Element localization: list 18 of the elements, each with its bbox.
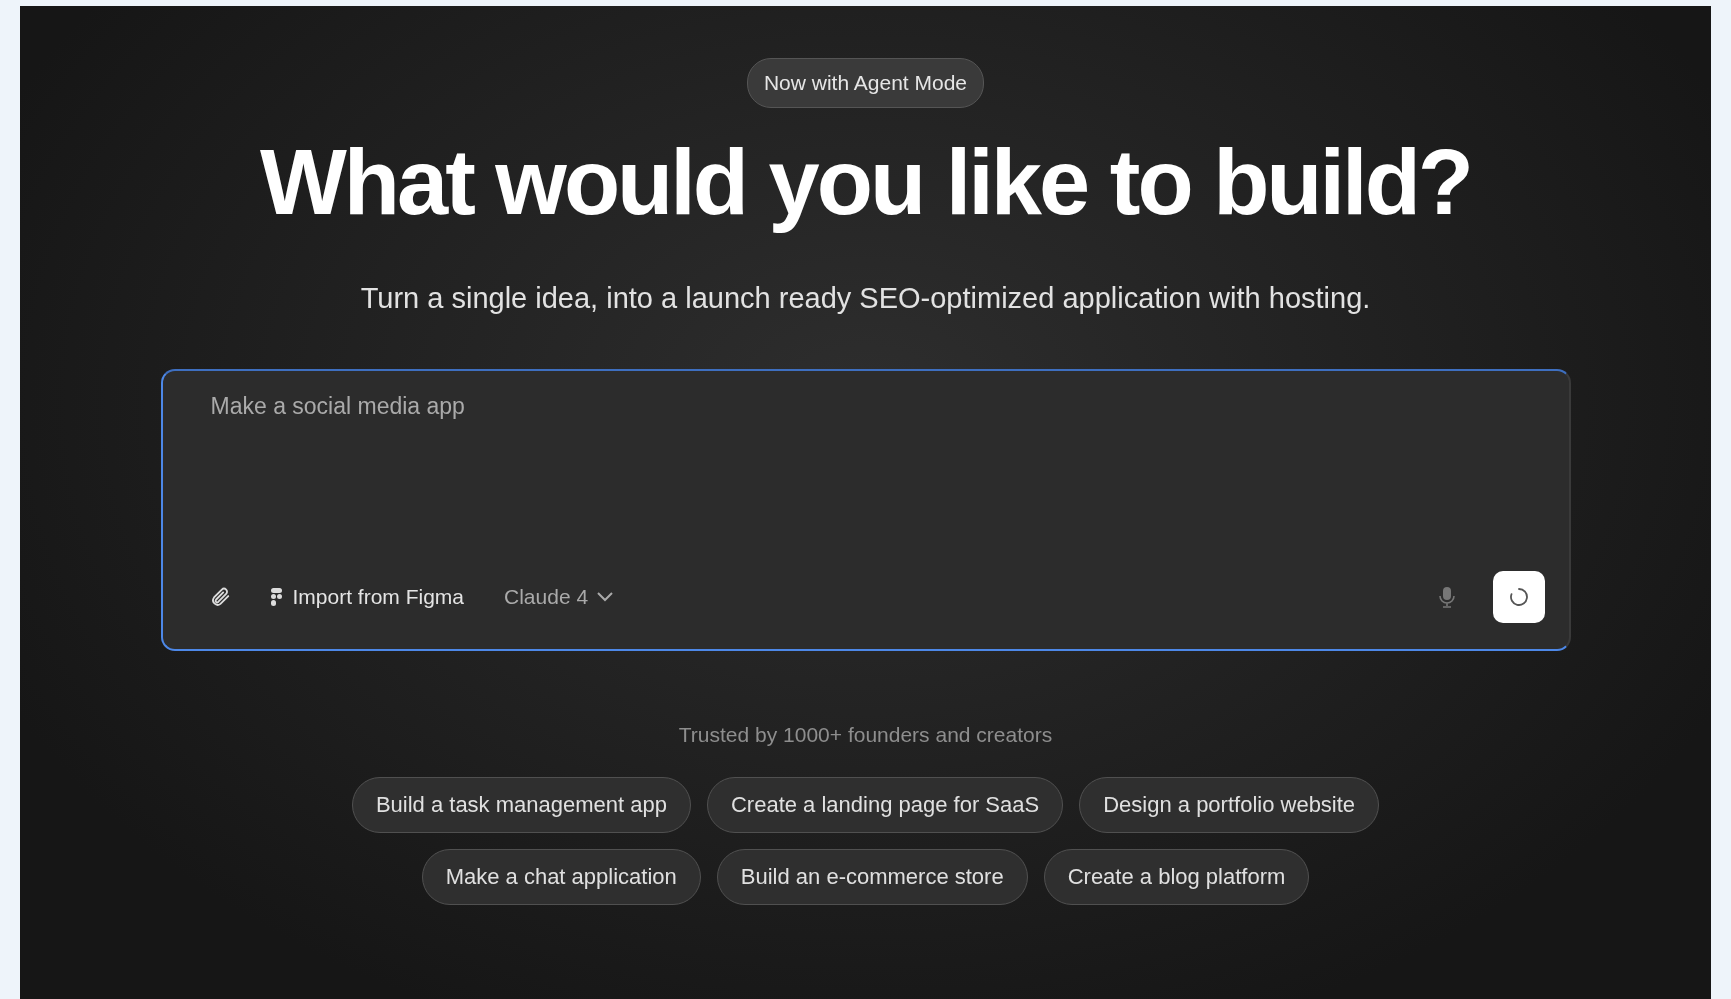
headline: What would you like to build? [259, 130, 1472, 235]
model-selector[interactable]: Claude 4 [504, 585, 615, 609]
model-label: Claude 4 [504, 585, 589, 609]
prompt-box[interactable]: Make a social media app Import from Figma Claude 4 [160, 369, 1571, 651]
chevron-down-icon [596, 591, 615, 603]
loading-button[interactable] [1492, 571, 1545, 623]
spinner-icon [1508, 587, 1529, 607]
suggestion-chip[interactable]: Create a blog platform [1043, 849, 1310, 905]
figma-icon [270, 588, 283, 606]
suggestion-chip[interactable]: Design a portfolio website [1079, 777, 1380, 833]
subtitle: Turn a single idea, into a launch ready SEO-optimized application with hosting. [359, 281, 1372, 316]
trusted-caption: Trusted by 1000+ founders and creators [678, 723, 1053, 747]
suggestion-chip[interactable]: Build a task management app [351, 777, 691, 833]
suggestion-chip[interactable]: Build an e-commerce store [716, 849, 1028, 905]
suggestion-chip[interactable]: Create a landing page for SaaS [706, 777, 1064, 833]
suggestion-chip[interactable]: Make a chat application [421, 849, 701, 905]
microphone-icon[interactable] [1438, 586, 1455, 608]
agent-mode-badge: Now with Agent Mode [746, 58, 985, 108]
